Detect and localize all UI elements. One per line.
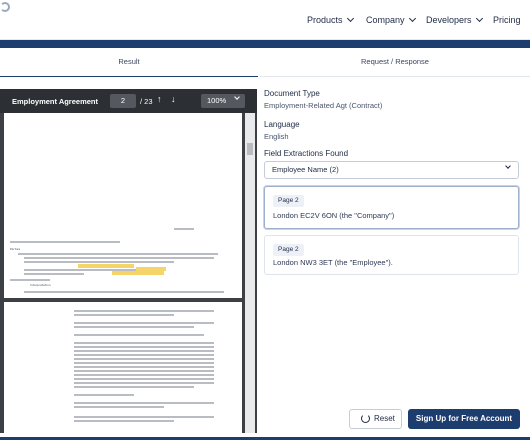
document-page-2 (4, 302, 242, 433)
nav-company-label: Company (366, 15, 405, 25)
language-value: English (264, 132, 289, 141)
chevron-down-icon (408, 14, 416, 23)
doc-text-line (24, 261, 174, 263)
doc-text-line (74, 326, 194, 328)
doc-text-line (74, 346, 214, 348)
viewer-toolbar: Employment Agreement 2 / 23 ↑ ↓ 100% (0, 89, 257, 113)
page-badge: Page 2 (273, 244, 304, 256)
doc-text-line (74, 378, 214, 380)
doc-text-line (74, 386, 194, 388)
doc-text-line (74, 314, 174, 316)
highlight-employee-address (112, 271, 164, 275)
logo-icon (0, 2, 10, 12)
doc-text-line (74, 374, 214, 376)
reset-icon (361, 414, 370, 423)
nav-developers-label: Developers (426, 15, 472, 25)
doc-text-line (74, 362, 214, 364)
doc-text-line (24, 257, 214, 259)
page-total: / 23 (140, 97, 153, 106)
doc-text-line (174, 228, 194, 230)
doc-text-line (74, 322, 214, 324)
doc-text-line (74, 402, 214, 404)
scrollbar-thumb[interactable] (247, 143, 253, 155)
nav-pricing-label: Pricing (493, 15, 521, 25)
doc-heading-interpretation: Interpretation (30, 283, 51, 287)
field-select[interactable]: Employee Name (2) (264, 161, 519, 179)
doc-text-line (74, 334, 204, 336)
arrow-up-icon[interactable]: ↑ (157, 95, 162, 104)
zoom-value: 100% (207, 96, 227, 105)
tab-request-label: Request / Response (361, 57, 429, 66)
arrow-down-icon[interactable]: ↓ (171, 95, 176, 104)
doc-text-line (24, 291, 224, 293)
doc-type-label: Document Type (264, 89, 320, 98)
document-title: Employment Agreement (12, 97, 98, 106)
result-text: London NW3 3ET (the "Employee"). (273, 258, 393, 267)
signup-label: Sign Up for Free Account (415, 414, 513, 423)
chevron-down-icon (475, 14, 483, 23)
nav-developers[interactable]: Developers (426, 14, 483, 25)
nav-products[interactable]: Products (307, 14, 354, 25)
result-card[interactable]: Page 2 London EC2V 6ON (the "Company") (264, 186, 519, 229)
field-select-value: Employee Name (2) (272, 165, 339, 174)
reset-button[interactable]: Reset (349, 409, 402, 429)
document-page-1: Parties Interpretation (4, 113, 242, 298)
header-band (0, 40, 530, 48)
doc-text-line (18, 253, 218, 255)
zoom-select[interactable]: 100% (201, 94, 245, 108)
fields-label: Field Extractions Found (264, 149, 349, 158)
reset-label: Reset (374, 414, 395, 423)
doc-text-line (74, 366, 214, 368)
doc-text-line (74, 358, 214, 360)
result-text: London EC2V 6ON (the "Company") (273, 211, 395, 220)
doc-text-line (10, 279, 50, 281)
page-number-input[interactable]: 2 (110, 94, 136, 108)
doc-text-line (74, 342, 214, 344)
bottom-accent-line (0, 437, 530, 440)
doc-text-line (74, 394, 134, 396)
doc-text-line (24, 273, 84, 275)
viewer-scrollbar[interactable] (245, 113, 255, 433)
nav-company[interactable]: Company (366, 14, 416, 25)
tab-result[interactable]: Result (0, 57, 258, 77)
tab-result-label: Result (118, 57, 140, 66)
nav-pricing[interactable]: Pricing (493, 15, 521, 25)
doc-text-line (74, 382, 214, 384)
doc-text-line (74, 416, 214, 418)
chevron-down-icon (505, 163, 511, 169)
doc-text-line (74, 420, 174, 422)
doc-text-line (74, 310, 214, 312)
highlight-company (78, 264, 134, 268)
signup-button[interactable]: Sign Up for Free Account (408, 409, 520, 429)
doc-text-line (74, 350, 214, 352)
doc-type-value: Employment-Related Agt (Contract) (264, 101, 383, 110)
top-navigation: Products Company Developers Pricing (0, 0, 530, 40)
chevron-down-icon (346, 14, 354, 23)
page-badge: Page 2 (273, 195, 304, 207)
doc-text-line (74, 370, 214, 372)
doc-heading-parties: Parties (10, 247, 21, 251)
doc-text-line (10, 241, 120, 243)
chevron-down-icon (234, 94, 240, 100)
nav-products-label: Products (307, 15, 343, 25)
doc-text-line (74, 354, 214, 356)
language-label: Language (264, 120, 300, 129)
result-card[interactable]: Page 2 London NW3 3ET (the "Employee"). (264, 235, 519, 275)
tab-request-response[interactable]: Request / Response (260, 57, 530, 77)
doc-text-line (74, 406, 164, 408)
